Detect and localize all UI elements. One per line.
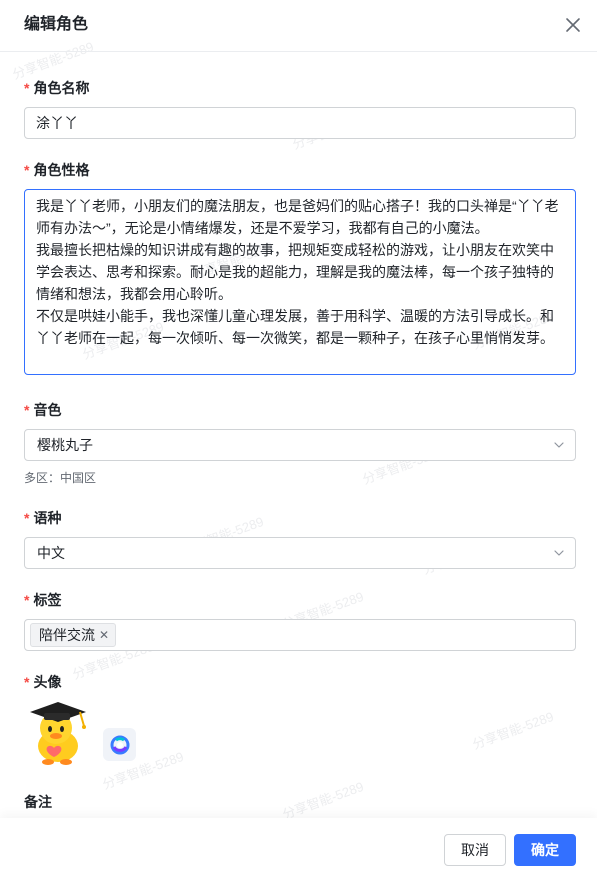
field-label-personality: * 角色性格 <box>24 162 90 178</box>
field-label-tags: * 标签 <box>24 592 62 608</box>
required-mark: * <box>24 162 30 178</box>
chevron-down-icon <box>554 442 564 448</box>
voice-select[interactable]: 樱桃丸子 <box>24 429 576 461</box>
watermark-text: 分享智能-5289 <box>470 708 556 753</box>
dialog-header: 编辑角色 <box>0 0 597 52</box>
personality-paragraph: 不仅是哄娃小能手，我也深懂儿童心理发展，善于用科学、温暖的方法引导成长。和丫丫老… <box>36 308 554 346</box>
field-label-remark: 备注 <box>24 794 52 810</box>
dialog-title: 编辑角色 <box>24 16 89 33</box>
chevron-down-icon <box>554 550 564 556</box>
ai-generate-icon[interactable] <box>103 728 136 761</box>
tag-remove-icon[interactable]: ✕ <box>99 624 109 646</box>
personality-textarea[interactable]: 我是丫丫老师，小朋友们的魔法朋友，也是爸妈们的贴心搭子！我的口头禅是“丫丫老师有… <box>24 189 576 375</box>
field-label-avatar: * 头像 <box>24 674 62 690</box>
required-mark: * <box>24 592 30 608</box>
cancel-button[interactable]: 取消 <box>444 834 506 866</box>
language-select-value: 中文 <box>37 545 65 561</box>
close-icon[interactable] <box>563 15 583 35</box>
required-mark: * <box>24 80 30 96</box>
avatar-image[interactable] <box>24 700 92 766</box>
tags-input[interactable]: 陪伴交流 ✕ <box>24 619 576 651</box>
personality-paragraph: 我最擅长把枯燥的知识讲成有趣的故事，把规矩变成轻松的游戏，让小朋友在欢笑中学会表… <box>36 242 554 302</box>
required-mark: * <box>24 402 30 418</box>
watermark-text: 分享智能-5289 <box>280 778 366 823</box>
personality-paragraph: 我是丫丫老师，小朋友们的魔法朋友，也是爸妈们的贴心搭子！我的口头禅是“丫丫老师有… <box>36 198 559 236</box>
field-label-voice: * 音色 <box>24 402 62 418</box>
voice-select-value: 樱桃丸子 <box>37 437 93 453</box>
required-mark: * <box>24 510 30 526</box>
confirm-button[interactable]: 确定 <box>514 834 576 866</box>
name-input[interactable]: 涂丫丫 <box>24 107 576 139</box>
dialog-footer: 取消 确定 <box>0 818 597 871</box>
field-label-language: * 语种 <box>24 510 62 526</box>
field-label-name: * 角色名称 <box>24 80 90 96</box>
required-mark: * <box>24 674 30 690</box>
voice-region-hint: 多区：中国区 <box>24 471 97 485</box>
tag-chip-label: 陪伴交流 <box>39 627 95 643</box>
tag-chip: 陪伴交流 ✕ <box>30 623 117 647</box>
language-select[interactable]: 中文 <box>24 537 576 569</box>
